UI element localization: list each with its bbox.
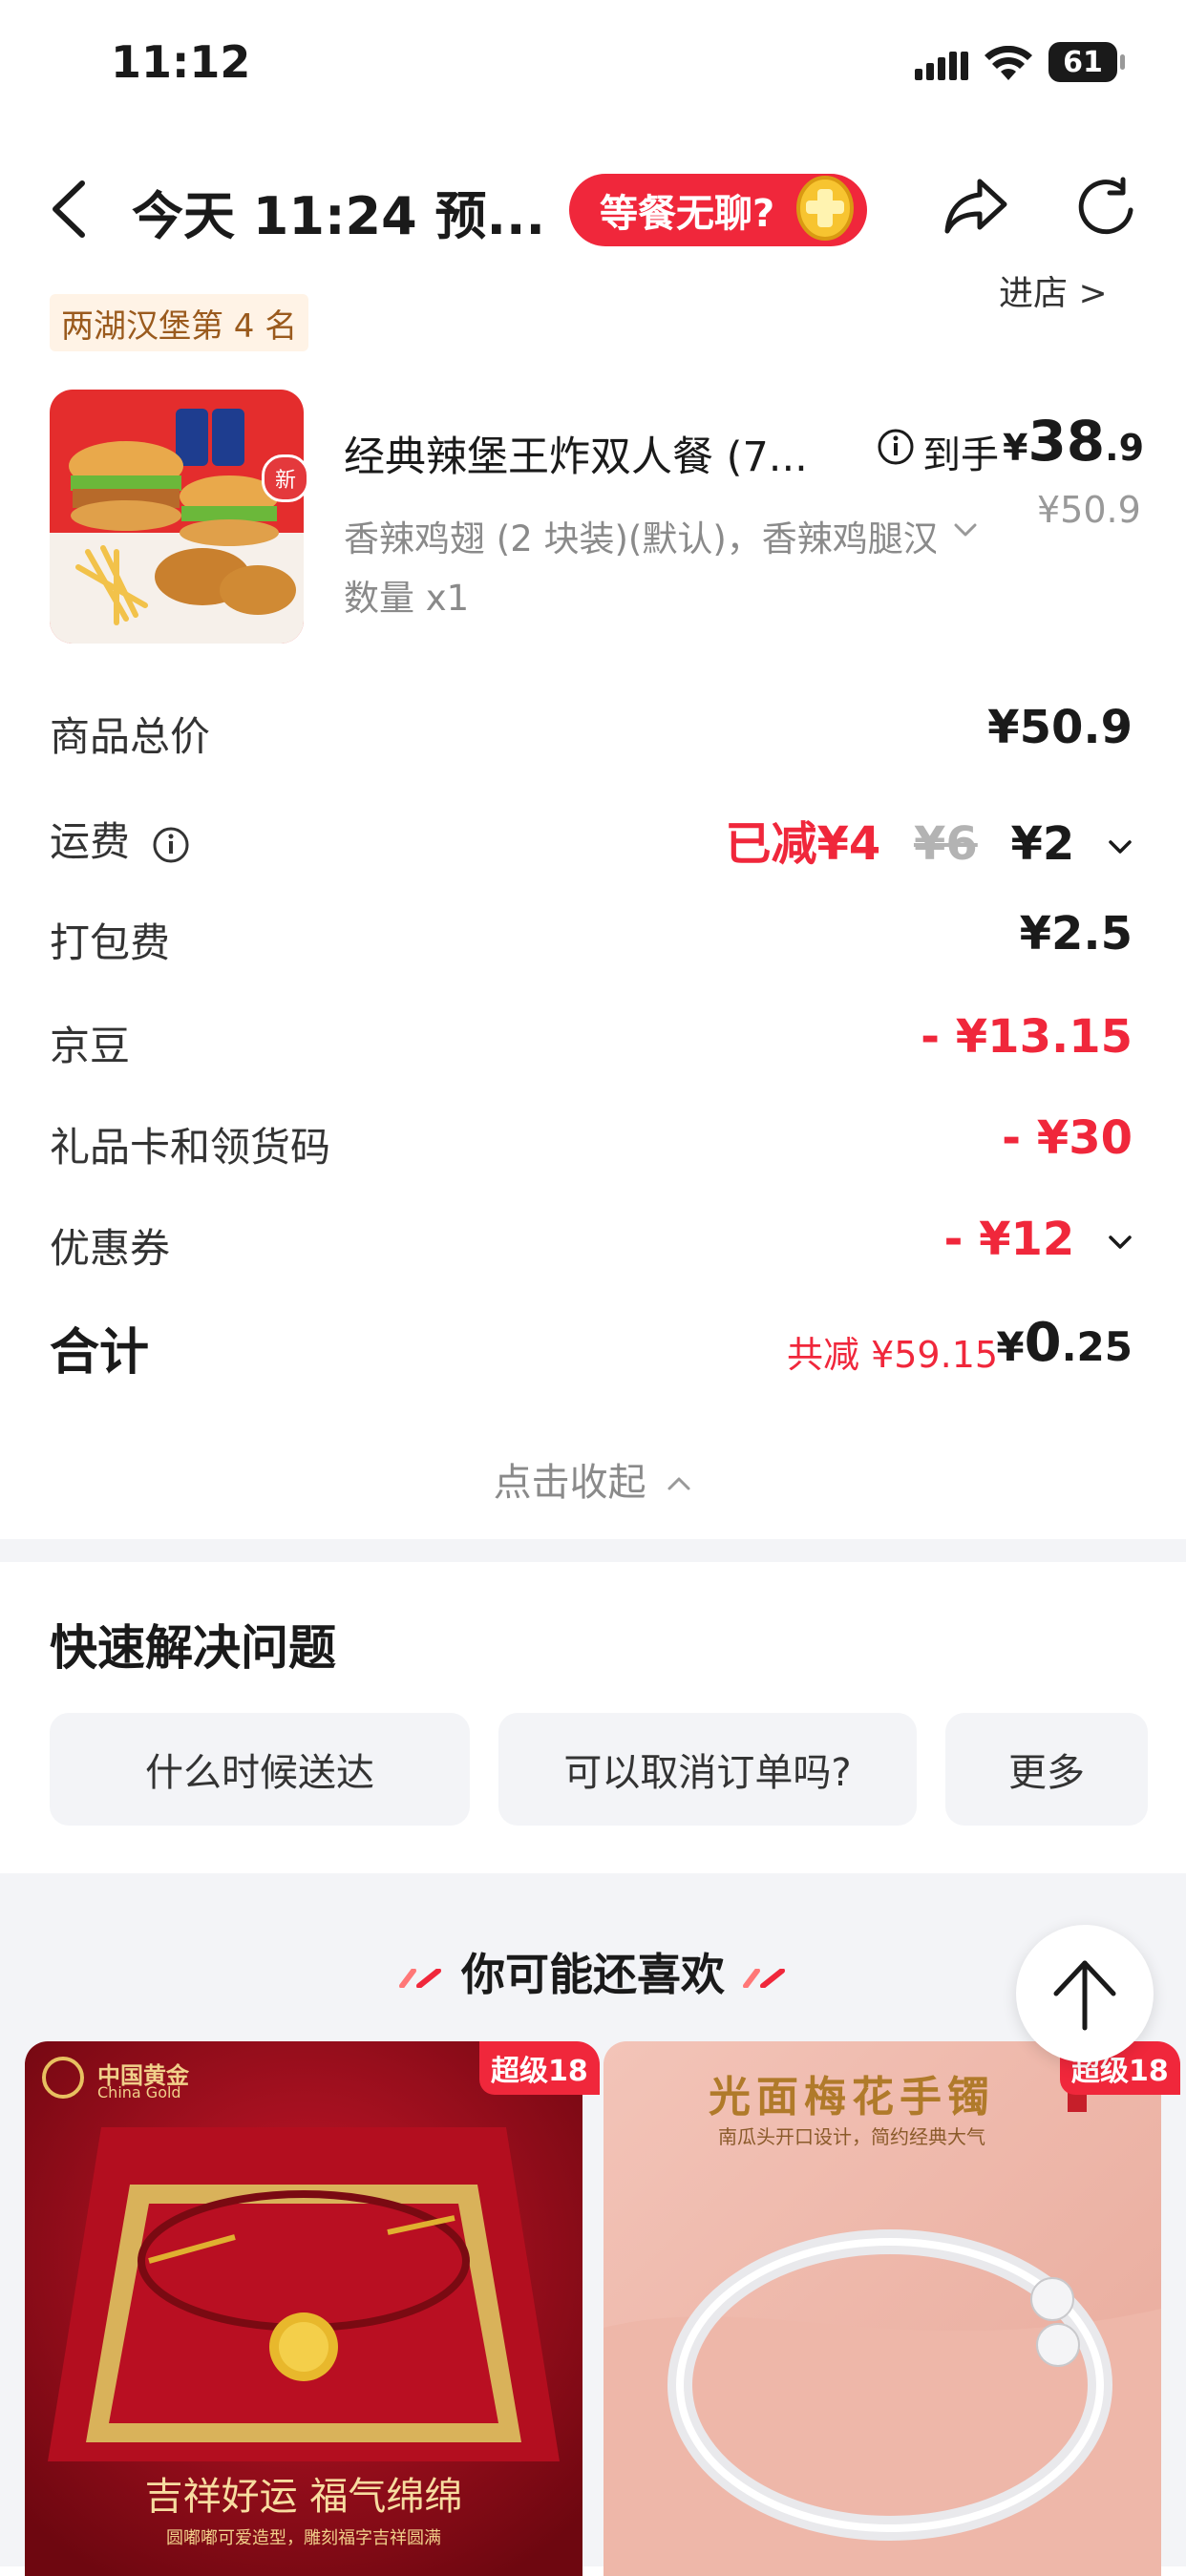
- new-badge: 新: [262, 454, 309, 502]
- promo-game-button[interactable]: 等餐无聊?: [569, 174, 867, 246]
- scroll-to-top-button[interactable]: [1016, 1925, 1154, 2062]
- chevron-down-icon[interactable]: [1108, 1230, 1133, 1255]
- fee-label-coupon: 优惠券: [50, 1225, 171, 1272]
- total-label: 合计: [50, 1324, 150, 1382]
- card-headline: 光面梅花手镯: [709, 2073, 995, 2122]
- faq-title: 快速解决问题: [50, 1620, 336, 1676]
- price-decimal: .9: [1105, 427, 1145, 469]
- fee-value-goods-total: ¥50.9: [987, 701, 1133, 754]
- back-arrow-icon[interactable]: [46, 178, 97, 241]
- page-title: 今天 11:24 预...: [132, 186, 546, 246]
- fee-value-coupon[interactable]: - ¥12: [943, 1213, 1133, 1266]
- product-card-gold-bracelet[interactable]: 中国黄金 China Gold 吉祥好运 福气绵绵 圆嘟嘟可爱造型，雕刻福字吉祥…: [25, 2041, 582, 2576]
- coin-icon: [796, 176, 854, 241]
- promo-label: 等餐无聊?: [600, 192, 775, 236]
- chevron-up-icon: [667, 1477, 690, 1490]
- total-reduction: 共减 ¥59.15: [787, 1334, 999, 1376]
- fee-label-gift-card: 礼品卡和领货码: [50, 1124, 331, 1171]
- price-integer: 38: [1027, 409, 1106, 474]
- store-rank-badge: 两湖汉堡第 4 名: [50, 294, 309, 351]
- arrival-price-label: 到手: [922, 433, 999, 477]
- fee-label-delivery: 运费: [50, 810, 190, 868]
- faq-button-delivery-time[interactable]: 什么时候送达: [50, 1713, 470, 1826]
- info-icon[interactable]: [152, 826, 190, 864]
- product-spec[interactable]: 香辣鸡翅 (2 块装)(默认)，香辣鸡腿汉: [344, 510, 936, 561]
- recommendations-title-text: 你可能还喜欢: [461, 1949, 725, 2000]
- fee-value-packaging: ¥2.5: [1019, 907, 1133, 961]
- arrow-up-icon: [1053, 1960, 1116, 2031]
- section-divider: [0, 1539, 1186, 1562]
- faq-button-more[interactable]: 更多: [945, 1713, 1148, 1826]
- fee-label-jingdou: 京豆: [50, 1023, 131, 1069]
- decorative-slash-icon: [399, 1968, 441, 1988]
- product-image[interactable]: [50, 390, 304, 644]
- collapse-button[interactable]: 点击收起: [0, 1451, 1186, 1507]
- refresh-icon[interactable]: [1071, 174, 1140, 243]
- fee-label-packaging: 打包费: [50, 919, 171, 966]
- collapse-label: 点击收起: [493, 1461, 646, 1505]
- product-quantity: 数量 x1: [344, 578, 470, 619]
- card-subline: 圆嘟嘟可爱造型，雕刻福字吉祥圆满: [166, 2528, 441, 2548]
- recommendations-title: 你可能还喜欢: [0, 1940, 1186, 2003]
- delivery-value: ¥2: [1010, 817, 1075, 871]
- brand-name-en: China Gold: [97, 2083, 181, 2101]
- fee-value-jingdou: - ¥13.15: [921, 1010, 1133, 1064]
- product-name: 经典辣堡王炸双人餐 (7...: [344, 433, 808, 481]
- decorative-slash-icon: [743, 1968, 785, 1988]
- fee-value-delivery[interactable]: 已减¥4 ¥6 ¥2: [725, 806, 1133, 873]
- fee-value-gift-card: - ¥30: [1002, 1111, 1133, 1165]
- status-time: 11:12: [111, 36, 251, 88]
- total-symbol: ¥: [996, 1323, 1025, 1370]
- product-card-silver-bangle[interactable]: 光面梅花手镯 南瓜头开口设计，简约经典大气 品质保证: [604, 2041, 1161, 2576]
- price-symbol: ¥: [1003, 427, 1028, 469]
- faq-button-cancel-order[interactable]: 可以取消订单吗?: [498, 1713, 917, 1826]
- total-decimal: .25: [1061, 1323, 1133, 1370]
- status-bar: 11:12 61: [0, 0, 1186, 134]
- enter-store-link[interactable]: 进店 >: [999, 265, 1108, 315]
- wifi-icon: [985, 46, 1032, 80]
- chevron-down-icon[interactable]: [1108, 834, 1133, 859]
- fee-label-goods-total: 商品总价: [50, 713, 211, 760]
- super18-badge: 超级18: [479, 2041, 600, 2095]
- coupon-value: - ¥12: [943, 1213, 1075, 1266]
- share-icon[interactable]: [942, 172, 1010, 241]
- chevron-down-icon[interactable]: [951, 516, 980, 544]
- total-value: ¥0.25: [996, 1312, 1133, 1374]
- battery-icon: 61: [1048, 42, 1125, 82]
- total-integer: 0: [1024, 1312, 1062, 1374]
- card-headline: 吉祥好运 福气绵绵: [144, 2475, 463, 2519]
- product-original-price: ¥50.9: [1037, 489, 1141, 531]
- delivery-original: ¥6: [913, 817, 978, 871]
- product-price: ¥38.9: [1003, 409, 1144, 474]
- info-icon[interactable]: [877, 428, 915, 466]
- cellular-signal-icon: [915, 52, 968, 80]
- card-subline: 南瓜头开口设计，简约经典大气: [718, 2125, 985, 2148]
- delivery-fee-label: 运费: [50, 818, 131, 865]
- delivery-reduced: 已减¥4: [725, 817, 881, 871]
